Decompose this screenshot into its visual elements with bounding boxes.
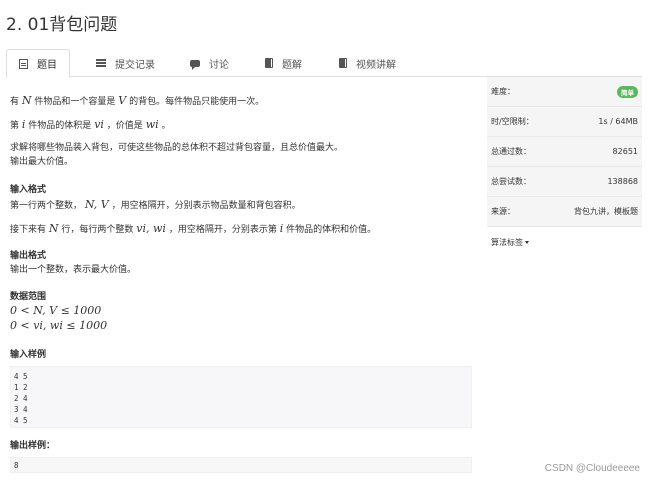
data-range-line-2: 0 < vi, wi ≤ 1000 — [10, 319, 108, 332]
tags-label: 算法标签 — [491, 237, 523, 247]
difficulty-label: 难度： — [491, 87, 515, 96]
description-line-4: 输出最大价值。 — [10, 157, 74, 167]
attempts-label: 总尝试数： — [491, 177, 531, 186]
data-range-line-1: 0 < N, V ≤ 1000 — [10, 304, 102, 317]
math-wi: wi — [145, 118, 159, 131]
text: 件物品和一个容量是 — [34, 97, 116, 107]
description-line-3: 求解将哪些物品装入背包，可使这些物品的总体积不超过背包容量，且总价值最大。 — [10, 143, 344, 153]
passed-value: 82651 — [612, 147, 638, 156]
attempts-value: 138868 — [607, 177, 638, 186]
tags-toggle[interactable]: 算法标签 — [491, 237, 529, 248]
output-format-heading: 输出格式 — [10, 251, 47, 261]
book-icon — [339, 58, 347, 68]
sample-output-block: 8 — [10, 457, 472, 473]
source-label: 来源： — [491, 207, 515, 216]
comment-icon — [190, 59, 200, 70]
difficulty-row: 难度： 简单 — [487, 77, 642, 107]
code-line: 3 4 — [14, 405, 28, 414]
passed-label: 总通过数： — [491, 147, 531, 156]
code-line: 1 2 — [14, 383, 28, 392]
source-value[interactable]: 背包九讲，模板题 — [574, 206, 638, 217]
text: ，用空格隔开，分别表示第 — [168, 225, 277, 235]
text: 有 — [10, 97, 20, 107]
math-N: N — [48, 222, 59, 235]
data-range-heading: 数据范围 — [10, 292, 47, 302]
problem-tabs: 题目 提交记录 讨论 题解 视频讲解 — [6, 49, 642, 78]
document-icon — [19, 58, 28, 69]
code-line: 8 — [14, 461, 19, 470]
description-line-2: 第 i 件物品的体积是 vi ，价值是 wi 。 — [10, 118, 171, 133]
list-icon — [96, 59, 106, 67]
book-icon — [265, 58, 273, 68]
tab-problem[interactable]: 题目 — [6, 49, 70, 78]
math-i: i — [21, 118, 26, 131]
tab-submissions[interactable]: 提交记录 — [96, 49, 155, 77]
text: 件物品的体积是 — [28, 121, 92, 131]
source-row: 来源： 背包九讲，模板题 — [487, 197, 642, 227]
text: 第一行两个整数， — [10, 201, 83, 211]
code-line: 4 5 — [14, 416, 28, 425]
tab-label: 提交记录 — [115, 59, 155, 71]
tab-label: 题目 — [37, 60, 57, 71]
sample-output-heading: 输出样例： — [10, 441, 56, 451]
tab-label: 讨论 — [209, 59, 229, 71]
text: ，用空格隔开，分别表示物品数量和背包容积。 — [111, 201, 301, 211]
limit-label: 时/空限制： — [491, 117, 534, 126]
tab-solutions[interactable]: 题解 — [265, 49, 302, 77]
attempts-row: 总尝试数： 138868 — [487, 167, 642, 197]
text: 接下来有 — [10, 225, 47, 235]
text: 的背包。每件物品只能使用一次。 — [129, 97, 265, 107]
code-line: 4 5 — [14, 372, 28, 381]
math-vi: vi — [94, 118, 104, 131]
tab-discussion[interactable]: 讨论 — [190, 49, 229, 77]
text: 行，每行两个整数 — [61, 225, 134, 235]
passed-row: 总通过数： 82651 — [487, 137, 642, 167]
limit-value: 1s / 64MB — [598, 117, 638, 126]
math-i: i — [279, 222, 284, 235]
input-format-line-2: 接下来有 N 行，每行两个整数 vi, wi ，用空格隔开，分别表示第 i 件物… — [10, 222, 376, 237]
text: ，价值是 — [106, 121, 143, 131]
page-title: 2. 01背包问题 — [6, 15, 118, 35]
text: 。 — [161, 121, 171, 131]
limit-row: 时/空限制： 1s / 64MB — [487, 107, 642, 137]
code-line: 2 4 — [14, 394, 28, 403]
math-vi-wi: vi, wi — [136, 222, 166, 235]
watermark: CSDN @Cloudeeeee — [544, 463, 640, 474]
output-format-line: 输出一个整数，表示最大价值。 — [10, 265, 137, 275]
tags-row[interactable]: 算法标签 — [487, 227, 642, 257]
caret-down-icon — [525, 240, 529, 244]
sample-input-block: 4 5 1 2 2 4 3 4 4 5 — [10, 366, 472, 428]
input-format-heading: 输入格式 — [10, 185, 47, 195]
tab-label: 视频讲解 — [356, 59, 396, 71]
math-N: N — [21, 94, 32, 107]
sample-input-heading: 输入样例 — [10, 350, 47, 360]
problem-info-panel: 难度： 简单 时/空限制： 1s / 64MB 总通过数： 82651 总尝试数… — [487, 77, 642, 257]
input-format-line-1: 第一行两个整数， N, V ，用空格隔开，分别表示物品数量和背包容积。 — [10, 198, 301, 213]
math-NV: N, V — [84, 198, 109, 211]
tab-label: 题解 — [282, 59, 302, 71]
text: 件物品的体积和价值。 — [286, 225, 377, 235]
difficulty-badge: 简单 — [617, 85, 638, 98]
description-line-1: 有 N 件物品和一个容量是 V 的背包。每件物品只能使用一次。 — [10, 94, 264, 109]
math-V: V — [118, 94, 127, 107]
tab-video[interactable]: 视频讲解 — [339, 49, 396, 77]
text: 第 — [10, 121, 20, 131]
